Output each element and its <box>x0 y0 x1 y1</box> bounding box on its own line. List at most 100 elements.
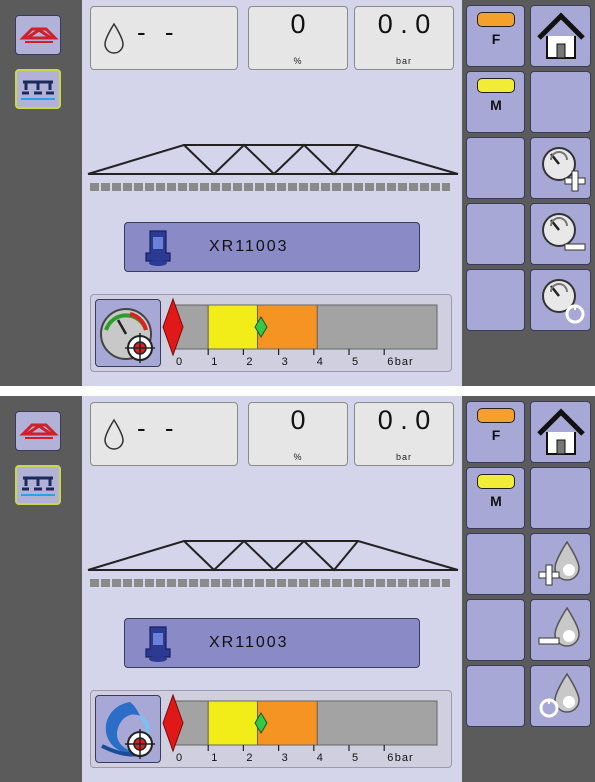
pressure-target-button[interactable] <box>95 299 161 367</box>
m-indicator <box>477 474 515 489</box>
droplet-icon <box>104 418 124 450</box>
rate-unit: % <box>293 56 303 66</box>
empty-button[interactable] <box>466 137 525 199</box>
flow-display: - - <box>90 402 238 466</box>
rate-decrease-icon <box>538 606 580 647</box>
boom-view-button[interactable] <box>15 15 61 55</box>
right-sidebar: F M <box>462 396 595 782</box>
rate-increase-button[interactable] <box>530 533 591 595</box>
nozzle-tip-icon <box>145 230 171 266</box>
rate-target-button[interactable] <box>95 695 161 763</box>
empty-button[interactable] <box>466 599 525 661</box>
nozzle-tip-icon <box>145 626 171 662</box>
nozzle-select-button[interactable]: XR11003 <box>124 618 420 668</box>
gauge-unit-label: bar <box>395 752 414 764</box>
empty-button[interactable] <box>466 533 525 595</box>
gauge-tick-label: 3 <box>282 356 288 368</box>
right-sidebar: F M <box>462 0 595 386</box>
gauge-tick-label: 1 <box>211 752 217 764</box>
pressure-gauge-panel: 0 1 2 3 4 5 6 bar <box>90 690 452 768</box>
gauge-tick-label: 2 <box>246 752 252 764</box>
boom-diagram <box>87 143 459 191</box>
spray-nozzles-icon <box>21 80 55 100</box>
f-indicator <box>477 12 515 27</box>
left-sidebar <box>0 0 82 386</box>
m-label: M <box>490 493 502 509</box>
boom-diagram <box>87 539 459 587</box>
rate-value: 0 <box>290 405 306 435</box>
pressure-decrease-icon <box>542 213 586 251</box>
spray-screen-pressure-mode: - - 0 % 0 . 0 bar XR11003 0 1 2 3 4 5 6 … <box>0 0 595 386</box>
gauge-tick-label: 6 <box>387 356 393 368</box>
pressure-gauge-scale: 0 1 2 3 4 5 6 bar <box>162 297 438 368</box>
gauge-tick-label: 5 <box>352 356 358 368</box>
rate-value: 0 <box>290 9 306 39</box>
rate-unit: % <box>293 452 303 462</box>
empty-button[interactable] <box>530 467 591 529</box>
gauge-zone <box>207 700 258 746</box>
boom-view-button[interactable] <box>15 411 61 451</box>
home-button[interactable] <box>530 5 591 67</box>
manual-mode-button[interactable]: M <box>466 467 525 529</box>
flow-value: - - <box>137 17 180 47</box>
gauge-tick-label: 2 <box>246 356 252 368</box>
pressure-display: 0 . 0 bar <box>354 402 454 466</box>
main-panel: - - 0 % 0 . 0 bar XR11003 0 1 2 3 4 5 6 … <box>82 0 462 386</box>
rate-reset-icon <box>539 672 580 718</box>
droplet-icon <box>104 22 124 54</box>
pressure-value: 0 . 0 <box>377 9 431 39</box>
gauge-zone <box>316 304 438 350</box>
gauge-tick-label: 1 <box>211 356 217 368</box>
f-indicator <box>477 408 515 423</box>
pressure-unit: bar <box>395 452 412 462</box>
nozzle-label: XR11003 <box>209 238 289 255</box>
left-sidebar <box>0 396 82 782</box>
flow-display: - - <box>90 6 238 70</box>
gauge-tick-label: 5 <box>352 752 358 764</box>
rate-decrease-button[interactable] <box>530 599 591 661</box>
empty-button[interactable] <box>466 269 525 331</box>
empty-button[interactable] <box>466 203 525 265</box>
pressure-increase-button[interactable] <box>530 137 591 199</box>
home-button[interactable] <box>530 401 591 463</box>
pressure-decrease-button[interactable] <box>530 203 591 265</box>
pressure-value: 0 . 0 <box>377 405 431 435</box>
pressure-reset-icon <box>542 279 585 324</box>
sprayer-boom-icon <box>19 423 59 439</box>
main-panel: - - 0 % 0 . 0 bar XR11003 0 1 2 3 4 5 6 … <box>82 396 462 782</box>
pressure-increase-icon <box>542 147 586 192</box>
pressure-unit: bar <box>395 56 412 66</box>
gauge-zone <box>316 700 438 746</box>
empty-button[interactable] <box>530 71 591 133</box>
pressure-reset-button[interactable] <box>530 269 591 331</box>
nozzle-view-button[interactable] <box>15 465 61 505</box>
m-label: M <box>490 97 502 113</box>
f-label: F <box>491 31 501 47</box>
f-label: F <box>491 427 501 443</box>
gauge-tick-label: 0 <box>176 356 182 368</box>
gauge-zone <box>207 304 258 350</box>
gauge-tick-label: 6 <box>387 752 393 764</box>
foam-marker-button[interactable]: F <box>466 5 525 67</box>
rate-increase-icon <box>538 540 580 586</box>
pressure-gauge-scale: 0 1 2 3 4 5 6 bar <box>162 693 438 764</box>
manual-mode-button[interactable]: M <box>466 71 525 133</box>
gauge-unit-label: bar <box>395 356 414 368</box>
gauge-tick-label: 4 <box>317 356 323 368</box>
foam-marker-button[interactable]: F <box>466 401 525 463</box>
home-icon <box>537 408 585 455</box>
gauge-tick-label: 4 <box>317 752 323 764</box>
empty-button[interactable] <box>466 665 525 727</box>
nozzle-view-button[interactable] <box>15 69 61 109</box>
nozzle-label: XR11003 <box>209 634 289 651</box>
pressure-gauge-panel: 0 1 2 3 4 5 6 bar <box>90 294 452 372</box>
rate-display: 0 % <box>248 6 348 70</box>
pressure-gauge-target-icon <box>100 308 155 363</box>
m-indicator <box>477 78 515 93</box>
rate-reset-button[interactable] <box>530 665 591 727</box>
spray-screen-rate-mode: - - 0 % 0 . 0 bar XR11003 0 1 2 3 4 5 6 … <box>0 396 595 782</box>
gauge-tick-label: 3 <box>282 752 288 764</box>
nozzle-select-button[interactable]: XR11003 <box>124 222 420 272</box>
spray-nozzles-icon <box>21 476 55 496</box>
flow-value: - - <box>137 413 180 443</box>
